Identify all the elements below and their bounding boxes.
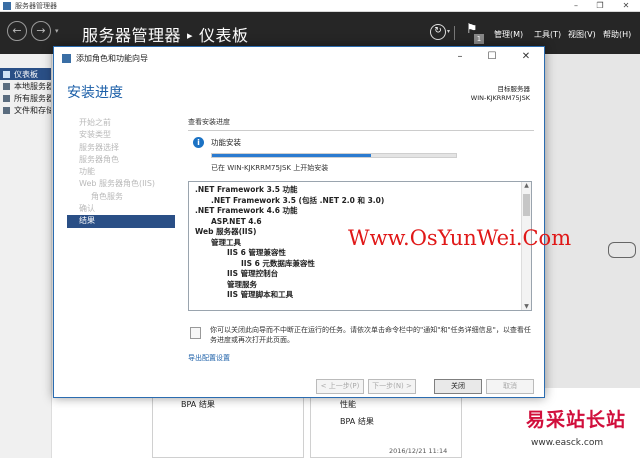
list-item: IIS 管理控制台 [227, 269, 279, 278]
cancel-button[interactable]: 取消 [486, 379, 534, 394]
breadcrumb-separator: ▸ [187, 29, 194, 42]
install-progress-fill [212, 154, 371, 157]
site-logo-url: www.easck.com [531, 438, 604, 448]
wizard-content: 查看安装进度 i 功能安装 已在 WIN-KJKRRM75JSK 上开始安装 .… [188, 117, 534, 362]
previous-button[interactable]: < 上一步(P) [316, 379, 364, 394]
list-item: .NET Framework 3.5 功能 [195, 185, 298, 194]
wizard-step-7[interactable]: 确认 [67, 203, 175, 215]
menu-help[interactable]: 帮助(H) [603, 29, 631, 40]
dialog-minimize-icon[interactable]: – [450, 51, 470, 62]
refresh-dropdown-icon[interactable]: ▾ [447, 28, 450, 35]
dialog-maximize-icon[interactable]: ☐ [482, 51, 502, 62]
list-item: 管理服务 [227, 279, 257, 289]
left-navigation: 仪表板 本地服务器 所有服务器 文件和存储服务 [0, 54, 52, 458]
window-title: 服务器管理器 [15, 1, 57, 10]
list-item: IIS 6 元数据库兼容性 [241, 258, 315, 268]
close-icon[interactable]: ✕ [614, 0, 638, 12]
breadcrumb: 服务器管理器 ▸ 仪表板 [82, 22, 249, 46]
target-server-info: 目标服务器 WIN-KJKRRM75JSK [471, 85, 530, 103]
watermark-button-outline [608, 242, 636, 258]
storage-icon [3, 106, 10, 114]
sidebar-item-file-storage[interactable]: 文件和存储服务 [0, 104, 51, 116]
list-item: IIS 管理脚本和工具 [227, 290, 294, 299]
menu-view[interactable]: 视图(V) [568, 29, 596, 40]
sidebar-item-all-servers[interactable]: 所有服务器 [0, 92, 51, 104]
watermark-text: Www.OsYunWei.Com [348, 226, 572, 250]
wizard-step-6[interactable]: 角色服务 [67, 191, 175, 203]
scroll-down-icon[interactable]: ▼ [522, 303, 531, 310]
section-label: 查看安装进度 [188, 118, 230, 126]
wizard-step-5[interactable]: Web 服务器角色(IIS) [67, 178, 175, 190]
history-dropdown-icon[interactable]: ▾ [55, 27, 59, 35]
page-title: 安装进度 [67, 85, 123, 101]
bpa-results-left[interactable]: BPA 结果 [181, 399, 215, 410]
wizard-step-3[interactable]: 服务器角色 [67, 154, 175, 166]
sidebar-item-label: 仪表板 [14, 69, 38, 79]
maximize-icon[interactable]: ❐ [588, 0, 612, 12]
install-started-text: 已在 WIN-KJKRRM75JSK 上开始安装 [211, 164, 329, 172]
dashboard-icon [3, 70, 10, 78]
window-titlebar: 服务器管理器 – ❐ ✕ [0, 0, 640, 12]
dashboard-background-area [545, 54, 640, 388]
scroll-up-icon[interactable]: ▲ [522, 182, 531, 189]
next-button[interactable]: 下一步(N) > [368, 379, 416, 394]
site-logo-title: 易采站长站 [526, 409, 627, 431]
sidebar-item-dashboard[interactable]: 仪表板 [0, 68, 51, 80]
toolbar-divider [454, 26, 455, 40]
back-icon[interactable]: ← [7, 21, 27, 41]
sidebar-item-local-server[interactable]: 本地服务器 [0, 80, 51, 92]
sidebar-item-label: 本地服务器 [14, 81, 51, 91]
target-server-label: 目标服务器 [497, 85, 531, 93]
list-item: .NET Framework 3.5 (包括 .NET 2.0 和 3.0) [211, 195, 385, 205]
info-icon: i [193, 137, 204, 148]
sidebar-item-label: 文件和存储服务 [14, 105, 51, 115]
menu-tools[interactable]: 工具(T) [534, 29, 561, 40]
scrollbar-thumb[interactable] [523, 194, 530, 216]
export-settings-link[interactable]: 导出配置设置 [188, 353, 230, 363]
dashboard-tile-left [152, 396, 304, 458]
breadcrumb-current: 仪表板 [199, 26, 249, 45]
close-button[interactable]: 关闭 [434, 379, 482, 394]
breadcrumb-root[interactable]: 服务器管理器 [82, 26, 181, 45]
notification-count-badge: 1 [474, 34, 484, 44]
dialog-titlebar: 添加角色和功能向导 – ☐ ✕ [54, 47, 544, 69]
forward-icon[interactable]: → [31, 21, 51, 41]
sidebar-item-label: 所有服务器 [14, 93, 51, 103]
wizard-step-1[interactable]: 安装类型 [67, 129, 175, 141]
wizard-step-list: 开始之前 安装类型 服务器选择 服务器角色 功能 Web 服务器角色(IIS) 角色服务 确认… [67, 117, 175, 228]
section-divider [188, 130, 534, 131]
bpa-results-right[interactable]: BPA 结果 [340, 416, 374, 427]
note-flag-icon [190, 327, 201, 339]
list-item: .NET Framework 4.6 功能 [195, 206, 298, 215]
dialog-title: 添加角色和功能向导 [76, 53, 148, 63]
wizard-step-2[interactable]: 服务器选择 [67, 142, 175, 154]
menu-manage[interactable]: 管理(M) [494, 29, 523, 40]
minimize-icon[interactable]: – [564, 0, 588, 12]
server-icon [3, 82, 10, 90]
feature-install-label: 功能安装 [211, 138, 241, 147]
install-progress-bar [211, 153, 457, 158]
server-manager-icon [3, 1, 11, 10]
wizard-step-8[interactable]: 结果 [67, 215, 175, 228]
target-server-name: WIN-KJKRRM75JSK [470, 94, 530, 102]
wizard-icon [62, 53, 71, 63]
wizard-step-4[interactable]: 功能 [67, 166, 175, 178]
refresh-icon[interactable]: ↻ [430, 24, 446, 40]
wizard-step-0[interactable]: 开始之前 [67, 117, 175, 129]
servers-icon [3, 94, 10, 102]
add-roles-wizard-dialog: 添加角色和功能向导 – ☐ ✕ 安装进度 目标服务器 WIN-KJKRRM75J… [53, 46, 545, 398]
performance-label[interactable]: 性能 [340, 399, 356, 410]
tile-timestamp: 2016/12/21 11:14 [389, 447, 448, 455]
dialog-close-icon[interactable]: ✕ [516, 51, 536, 62]
close-wizard-note-text: 你可以关闭此向导而不中断正在运行的任务。请依次单击命令栏中的"通知"和"任务详细… [210, 326, 531, 344]
